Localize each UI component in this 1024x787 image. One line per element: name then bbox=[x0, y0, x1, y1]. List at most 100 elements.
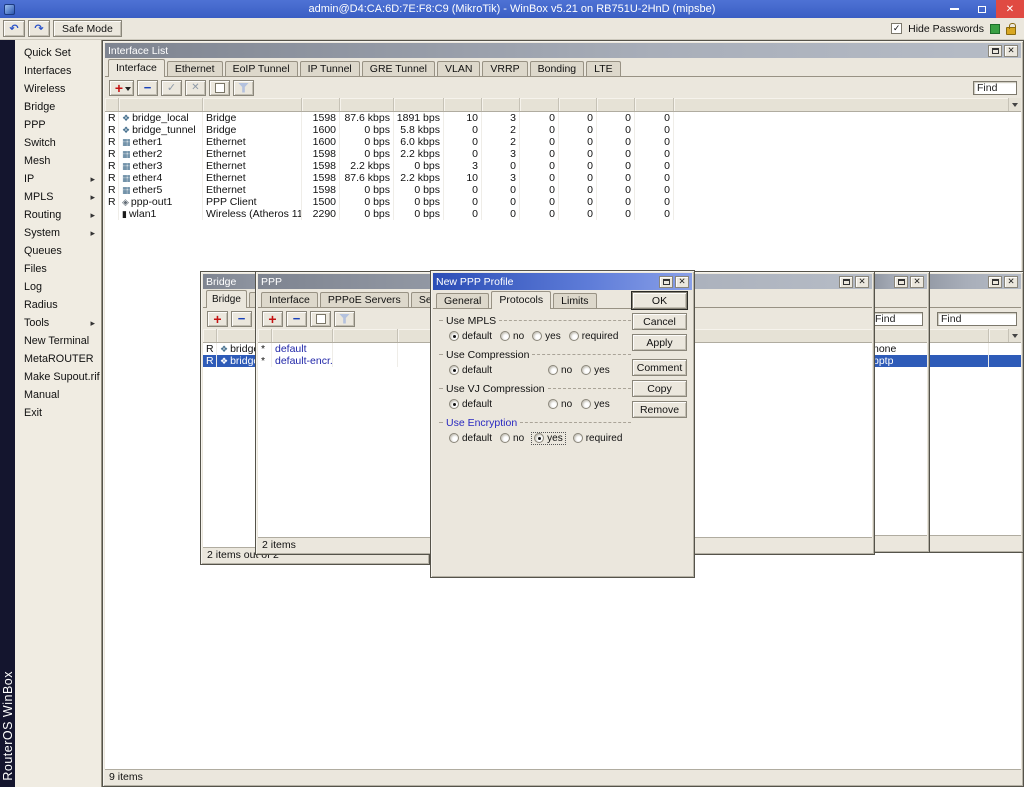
sidebar-item[interactable]: MPLS ▸ bbox=[15, 188, 101, 206]
comment-button[interactable] bbox=[209, 80, 230, 96]
column-header[interactable] bbox=[929, 329, 989, 342]
undo-icon[interactable]: ↶ bbox=[3, 20, 25, 37]
sidebar-item[interactable]: Radius bbox=[15, 296, 101, 314]
tab[interactable]: VRRP bbox=[482, 61, 527, 76]
tab[interactable]: Interface bbox=[261, 292, 318, 307]
use-encryption-required-radio[interactable]: required bbox=[573, 433, 623, 444]
column-header[interactable] bbox=[203, 98, 302, 111]
hide-passwords-checkbox[interactable]: ✓ bbox=[891, 23, 902, 34]
interface-list-titlebar[interactable]: Interface List ✕ bbox=[105, 43, 1021, 58]
sidebar-item[interactable]: IP ▸ bbox=[15, 170, 101, 188]
close-button[interactable]: ✕ bbox=[996, 0, 1024, 18]
disable-button[interactable] bbox=[185, 80, 206, 96]
restore-button[interactable] bbox=[988, 45, 1002, 57]
remove-button[interactable] bbox=[231, 311, 252, 327]
find-input[interactable] bbox=[937, 312, 1017, 326]
sidebar-item[interactable]: Interfaces bbox=[15, 62, 101, 80]
redo-icon[interactable]: ↷ bbox=[28, 20, 50, 37]
table-row[interactable]: wlan1 Wireless (Atheros 11N) 2290 0 bps … bbox=[105, 208, 1021, 220]
column-header[interactable] bbox=[203, 329, 217, 342]
column-selector-button[interactable] bbox=[1008, 98, 1021, 111]
sidebar-item[interactable]: MetaROUTER bbox=[15, 350, 101, 368]
tab[interactable]: Interface bbox=[108, 59, 165, 77]
use-compression-default-radio[interactable]: default bbox=[449, 365, 492, 376]
use-vj-compression-yes-radio[interactable]: yes bbox=[581, 399, 610, 410]
tab[interactable]: VLAN bbox=[437, 61, 480, 76]
table-row[interactable]: R ether2 Ethernet 1598 0 bps 2.2 kbps 0 … bbox=[105, 148, 1021, 160]
use-mpls-yes-radio[interactable]: yes bbox=[532, 331, 561, 342]
table-row[interactable]: R bridge_local Bridge 1598 87.6 kbps 189… bbox=[105, 112, 1021, 124]
column-header[interactable] bbox=[635, 98, 674, 111]
sidebar-item[interactable]: Make Supout.rif bbox=[15, 368, 101, 386]
column-header[interactable] bbox=[394, 98, 444, 111]
column-header[interactable] bbox=[597, 98, 635, 111]
remove-button[interactable] bbox=[286, 311, 307, 327]
use-encryption-yes-radio[interactable]: yes bbox=[532, 433, 565, 444]
close-icon[interactable]: ✕ bbox=[675, 276, 689, 288]
column-selector-button[interactable] bbox=[1008, 329, 1021, 342]
column-header[interactable] bbox=[272, 329, 333, 342]
find-input[interactable] bbox=[871, 312, 923, 326]
sidebar-item[interactable]: Tools ▸ bbox=[15, 314, 101, 332]
table-row[interactable]: R bridge_tunnel Bridge 1600 0 bps 5.8 kb… bbox=[105, 124, 1021, 136]
sidebar-item[interactable]: Files bbox=[15, 260, 101, 278]
column-header[interactable] bbox=[559, 98, 597, 111]
use-encryption-default-radio[interactable]: default bbox=[449, 433, 492, 444]
close-icon[interactable]: ✕ bbox=[855, 276, 869, 288]
column-header[interactable] bbox=[119, 98, 203, 111]
column-header[interactable] bbox=[258, 329, 272, 342]
restore-button[interactable] bbox=[659, 276, 673, 288]
column-header[interactable] bbox=[340, 98, 394, 111]
column-header[interactable] bbox=[105, 98, 119, 111]
close-icon[interactable]: ✕ bbox=[1004, 276, 1018, 288]
remove-button[interactable] bbox=[137, 80, 158, 96]
sidebar-item[interactable]: Switch bbox=[15, 134, 101, 152]
sidebar-item[interactable]: Bridge bbox=[15, 98, 101, 116]
use-mpls-default-radio[interactable]: default bbox=[449, 331, 492, 342]
sidebar-item[interactable]: PPP bbox=[15, 116, 101, 134]
table-row[interactable]: R ether5 Ethernet 1598 0 bps 0 bps 0 0 0… bbox=[105, 184, 1021, 196]
column-header[interactable] bbox=[482, 98, 520, 111]
use-mpls-no-radio[interactable]: no bbox=[500, 331, 524, 342]
sidebar-item[interactable]: Exit bbox=[15, 404, 101, 422]
maximize-button[interactable] bbox=[968, 0, 996, 18]
table-row[interactable]: R ppp-out1 PPP Client 1500 0 bps 0 bps 0… bbox=[105, 196, 1021, 208]
sidebar-item[interactable]: Mesh bbox=[15, 152, 101, 170]
sidebar-item[interactable]: Routing ▸ bbox=[15, 206, 101, 224]
safe-mode-button[interactable]: Safe Mode bbox=[53, 20, 122, 37]
dialog-titlebar[interactable]: New PPP Profile ✕ bbox=[433, 273, 692, 290]
sidebar-item[interactable]: Queues bbox=[15, 242, 101, 260]
filter-icon[interactable] bbox=[334, 311, 355, 327]
sidebar-item[interactable]: System ▸ bbox=[15, 224, 101, 242]
enable-button[interactable] bbox=[161, 80, 182, 96]
use-mpls-required-radio[interactable]: required bbox=[569, 331, 619, 342]
comment-button[interactable] bbox=[310, 311, 331, 327]
add-button[interactable] bbox=[207, 311, 228, 327]
use-compression-no-radio[interactable]: no bbox=[548, 365, 572, 376]
sidebar-item[interactable]: Quick Set bbox=[15, 44, 101, 62]
close-icon[interactable]: ✕ bbox=[1004, 45, 1018, 57]
tab[interactable]: Ethernet bbox=[167, 61, 223, 76]
cancel-button[interactable]: Cancel bbox=[632, 313, 687, 330]
tab[interactable]: LTE bbox=[586, 61, 620, 76]
table-row[interactable]: R ether1 Ethernet 1600 0 bps 6.0 kbps 0 … bbox=[105, 136, 1021, 148]
tab[interactable]: PPPoE Servers bbox=[320, 292, 409, 307]
find-input[interactable] bbox=[973, 81, 1017, 95]
column-header[interactable] bbox=[520, 98, 559, 111]
column-header[interactable] bbox=[333, 329, 398, 342]
apply-button[interactable]: Apply bbox=[632, 334, 687, 351]
remove-button[interactable]: Remove bbox=[632, 401, 687, 418]
sidebar-item[interactable]: New Terminal bbox=[15, 332, 101, 350]
table-row[interactable]: R ether3 Ethernet 1598 2.2 kbps 0 bps 3 … bbox=[105, 160, 1021, 172]
sidebar-item[interactable]: Log bbox=[15, 278, 101, 296]
table-row[interactable]: R ether4 Ethernet 1598 87.6 kbps 2.2 kbp… bbox=[105, 172, 1021, 184]
use-vj-compression-default-radio[interactable]: default bbox=[449, 399, 492, 410]
column-header[interactable] bbox=[444, 98, 482, 111]
column-header[interactable] bbox=[302, 98, 340, 111]
tab[interactable]: Bonding bbox=[530, 61, 585, 76]
copy-button[interactable]: Copy bbox=[632, 380, 687, 397]
add-button[interactable] bbox=[109, 80, 134, 96]
comment-button[interactable]: Comment bbox=[632, 359, 687, 376]
dialog-tab[interactable]: Protocols bbox=[491, 291, 551, 309]
tab[interactable]: IP Tunnel bbox=[300, 61, 360, 76]
